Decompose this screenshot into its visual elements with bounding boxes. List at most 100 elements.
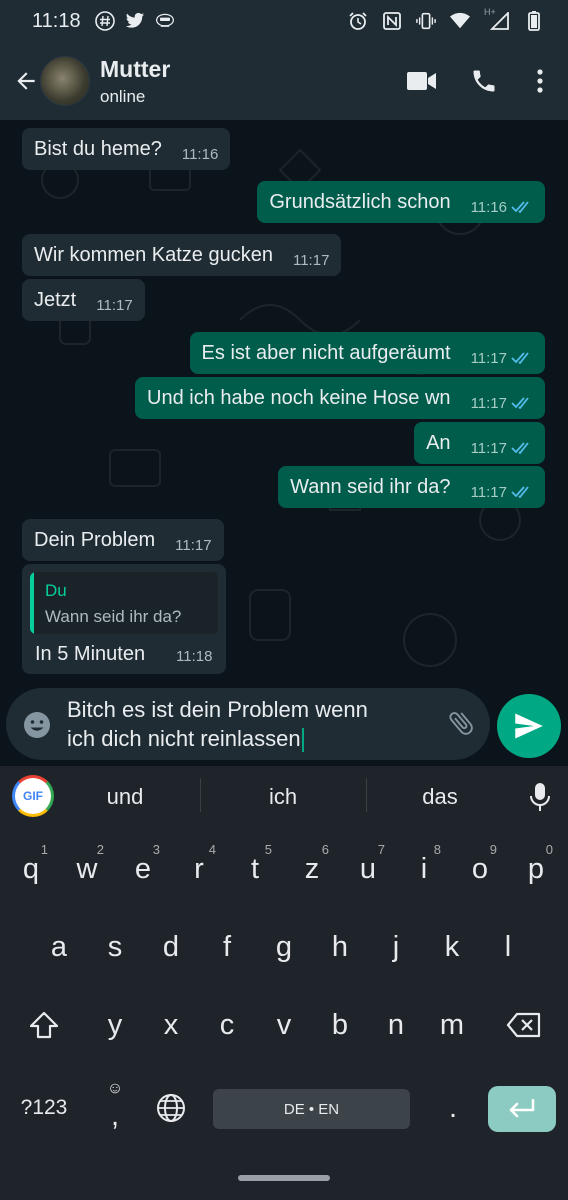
key-label: u: [359, 852, 377, 885]
enter-key[interactable]: [488, 1086, 556, 1132]
message-bubble-reply[interactable]: Du Wann seid ihr da? In 5 Minuten 11:18: [22, 564, 226, 674]
key-p[interactable]: p0: [509, 834, 563, 904]
key-label: o: [471, 852, 489, 885]
message-bubble-outgoing[interactable]: Es ist aber nicht aufgeräumt 11:17: [189, 332, 545, 374]
message-time: 11:17: [292, 251, 330, 269]
shift-key[interactable]: [4, 990, 84, 1060]
message-input-text[interactable]: Bitch es ist dein Problem wenn ich dich …: [67, 695, 427, 753]
video-call-button[interactable]: [406, 65, 438, 97]
key-h[interactable]: h: [313, 912, 367, 982]
keyboard-suggestion-strip: GIF und ich das: [0, 766, 568, 826]
key-s[interactable]: s: [88, 912, 142, 982]
key-w[interactable]: w2: [60, 834, 114, 904]
key-i[interactable]: i8: [397, 834, 451, 904]
key-n[interactable]: n: [369, 990, 423, 1060]
key-o[interactable]: o9: [453, 834, 507, 904]
contact-avatar[interactable]: [40, 56, 90, 106]
key-label: m: [439, 1008, 465, 1041]
message-bubble-incoming[interactable]: Wir kommen Katze gucken 11:17: [22, 234, 342, 276]
key-hint: 1: [40, 842, 48, 857]
contact-info[interactable]: Mutter online: [100, 56, 170, 107]
key-g[interactable]: g: [257, 912, 311, 982]
gif-label: GIF: [23, 789, 43, 803]
more-options-button[interactable]: [530, 65, 550, 97]
message-bubble-outgoing[interactable]: Wann seid ihr da? 11:17: [278, 466, 545, 508]
hashtag-app-icon: [94, 11, 115, 31]
message-bubble-incoming[interactable]: Dein Problem 11:17: [22, 519, 224, 561]
message-input-line: ich dich nicht reinlassen: [67, 726, 301, 751]
backspace-key[interactable]: [484, 990, 564, 1060]
symbols-key[interactable]: ?123: [4, 1070, 84, 1146]
key-v[interactable]: v: [257, 990, 311, 1060]
gif-button[interactable]: GIF: [12, 775, 54, 817]
period-key[interactable]: .: [428, 1070, 478, 1146]
key-r[interactable]: r4: [172, 834, 226, 904]
key-f[interactable]: f: [200, 912, 254, 982]
key-t[interactable]: t5: [228, 834, 282, 904]
message-time: 11:17: [96, 296, 133, 314]
key-b[interactable]: b: [313, 990, 367, 1060]
key-label: t: [250, 852, 260, 885]
language-key[interactable]: [146, 1070, 196, 1146]
cell-signal-icon: H+: [484, 7, 510, 31]
suggestion-divider: [200, 778, 201, 812]
nfc-icon: [382, 11, 402, 31]
send-button[interactable]: [497, 694, 561, 758]
quoted-message[interactable]: Du Wann seid ihr da?: [30, 572, 218, 634]
key-c[interactable]: c: [200, 990, 254, 1060]
voice-call-button[interactable]: [468, 65, 500, 97]
chat-header: Mutter online: [0, 42, 568, 120]
key-label: f: [222, 930, 232, 963]
message-bubble-outgoing[interactable]: An 11:17: [414, 422, 545, 464]
key-k[interactable]: k: [425, 912, 479, 982]
message-list[interactable]: Bist du heme? 11:16 Grundsätzlich schon …: [0, 120, 568, 690]
message-bubble-incoming[interactable]: Bist du heme? 11:16: [22, 128, 231, 170]
home-gesture-handle[interactable]: [238, 1175, 330, 1181]
space-key[interactable]: DE • EN: [213, 1089, 410, 1129]
read-receipt-icon: [511, 352, 533, 364]
key-d[interactable]: d: [144, 912, 198, 982]
key-x[interactable]: x: [144, 990, 198, 1060]
key-hint: 2: [96, 842, 104, 857]
attach-button[interactable]: [446, 708, 478, 740]
emoji-button[interactable]: [22, 710, 52, 740]
key-z[interactable]: z6: [285, 834, 339, 904]
key-label: w: [76, 852, 98, 885]
message-bubble-incoming[interactable]: Jetzt 11:17: [22, 279, 145, 321]
compose-bar: Bitch es ist dein Problem wenn ich dich …: [0, 688, 568, 766]
key-l[interactable]: l: [481, 912, 535, 982]
key-m[interactable]: m: [425, 990, 479, 1060]
key-a[interactable]: a: [32, 912, 86, 982]
message-bubble-outgoing[interactable]: Und ich habe noch keine Hose wn 11:17: [135, 377, 545, 419]
key-e[interactable]: e3: [116, 834, 170, 904]
message-text: Dein Problem: [34, 528, 156, 551]
message-bubble-outgoing[interactable]: Grundsätzlich schon 11:16: [257, 181, 545, 223]
key-label: l: [504, 930, 512, 963]
paperclip-icon: [449, 712, 473, 735]
key-y[interactable]: y: [88, 990, 142, 1060]
key-u[interactable]: u7: [341, 834, 395, 904]
key-label: DE • EN: [283, 1100, 340, 1118]
key-q[interactable]: q1: [4, 834, 58, 904]
video-camera-icon: [407, 72, 436, 90]
key-j[interactable]: j: [369, 912, 423, 982]
message-input[interactable]: Bitch es ist dein Problem wenn ich dich …: [6, 688, 490, 760]
suggestion-word[interactable]: das: [422, 784, 457, 810]
message-input-line: Bitch es ist dein Problem wenn: [67, 697, 368, 722]
vibrate-icon: [416, 11, 436, 31]
suggestion-word[interactable]: ich: [269, 784, 297, 810]
globe-icon: [157, 1094, 185, 1122]
message-text: An: [426, 431, 451, 454]
suggestion-word[interactable]: und: [107, 784, 144, 810]
message-time: 11:16: [181, 145, 219, 163]
key-label: c: [219, 1008, 235, 1041]
key-label: e: [134, 852, 152, 885]
status-time: 11:18: [32, 9, 81, 32]
message-time: 11:17: [470, 483, 507, 501]
message-text: Grundsätzlich schon: [269, 190, 451, 213]
key-label: z: [304, 852, 320, 885]
key-hint: 3: [152, 842, 160, 857]
comma-key[interactable]: ☺ ,: [90, 1070, 140, 1146]
voice-input-button[interactable]: [528, 782, 552, 812]
message-text: Wann seid ihr da?: [290, 475, 451, 498]
